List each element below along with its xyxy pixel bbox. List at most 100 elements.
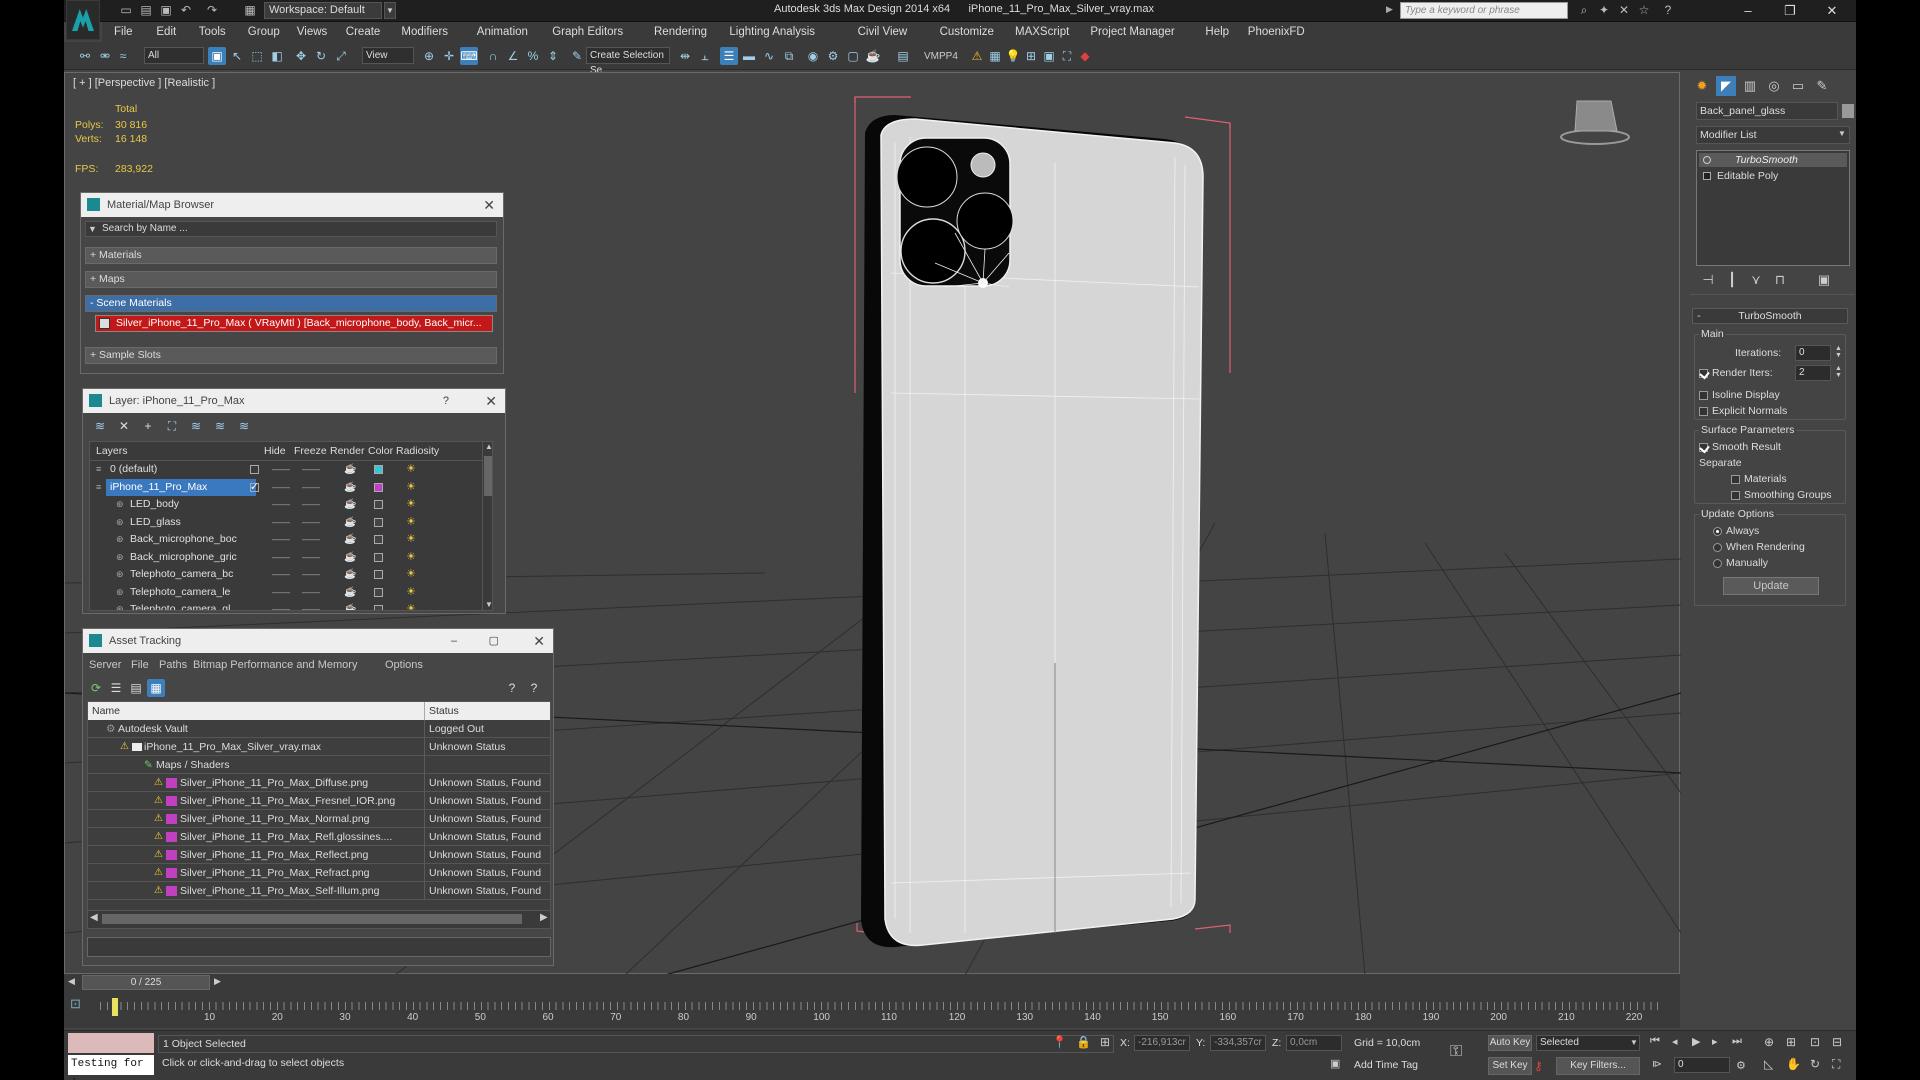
project-folder-icon[interactable]: ▦	[242, 2, 258, 18]
pivot-center-icon[interactable]: ⊕	[420, 47, 438, 65]
layer-explorer-icon[interactable]: ☰	[720, 47, 738, 65]
crop-icon[interactable]: ⊞	[1022, 47, 1040, 65]
freeze-toggle[interactable]: ——	[302, 584, 320, 601]
select-object-icon[interactable]: ▣	[208, 47, 226, 65]
asset-tracking-titlebar[interactable]: Asset Tracking – ▢ ✕	[83, 629, 553, 653]
rectangular-region-icon[interactable]: ⬚	[248, 47, 266, 65]
asset-menu-paths[interactable]: Paths	[159, 659, 187, 671]
layer-name[interactable]: Telephoto_camera_gl	[126, 601, 256, 610]
link-icon[interactable]: ⚯	[76, 47, 94, 65]
zoom-extents-icon[interactable]: ⊡	[1810, 1035, 1820, 1049]
freeze-all-layers-icon[interactable]: ≋	[235, 417, 253, 435]
layer-row[interactable]: ⊛ LED_body —— —— ☕ ☀	[92, 496, 484, 513]
close-icon[interactable]: ✕	[485, 389, 497, 413]
highlight-layer-icon[interactable]: ≋	[187, 417, 205, 435]
col-radiosity[interactable]: Radiosity	[396, 445, 439, 457]
stack-item-editable-poly[interactable]: Editable Poly	[1699, 169, 1847, 183]
select-in-layer-icon[interactable]: ⛶	[163, 417, 181, 435]
selection-filter-dropdown[interactable]: All	[144, 47, 204, 64]
create-tab-icon[interactable]: ✹	[1692, 76, 1712, 96]
modifier-list-dropdown[interactable]: Modifier List	[1696, 126, 1850, 144]
pan-view-icon[interactable]: ✋	[1786, 1057, 1801, 1071]
render-region-icon[interactable]: ⛶	[1058, 47, 1076, 65]
open-file-icon[interactable]: ▤	[138, 2, 154, 18]
render-iters-spinner-arrows-icon[interactable]: ▲ ▼	[1835, 365, 1842, 379]
radiosity-sun-icon[interactable]: ☀	[406, 514, 416, 531]
iterations-spinner-arrows-icon[interactable]: ▲ ▼	[1835, 345, 1842, 359]
select-manipulate-icon[interactable]: ✛	[440, 47, 458, 65]
table-view-icon[interactable]: ▦	[147, 679, 165, 697]
hide-toggle[interactable]: ——	[272, 601, 290, 610]
select-rotate-icon[interactable]: ↻	[312, 47, 330, 65]
radiosity-sun-icon[interactable]: ☀	[406, 601, 416, 610]
track-bar[interactable]: ⊡ 10 20 30 40 50 60 70 80 90 100 110 120 130 140 150 16…	[64, 992, 1680, 1028]
menu-rendering[interactable]: Rendering	[654, 22, 707, 42]
previous-key-icon[interactable]: ◂	[1672, 1035, 1678, 1048]
maxscript-mini-listener[interactable]: Testing for :	[68, 1055, 154, 1080]
maxscript-listener-pink[interactable]	[68, 1033, 154, 1053]
absolute-mode-icon[interactable]: ⊞	[1100, 1035, 1110, 1049]
scroll-left-icon[interactable]: ◀	[90, 912, 98, 923]
motion-tab-icon[interactable]: ◎	[1764, 76, 1784, 96]
auto-key-button[interactable]: Auto Key	[1488, 1035, 1532, 1051]
radiosity-sun-icon[interactable]: ☀	[406, 584, 416, 601]
tree-view-icon[interactable]: ▤	[127, 679, 145, 697]
time-slider[interactable]: ◀ 0 / 225 ▶	[64, 974, 1680, 992]
update-button[interactable]: Update	[1723, 577, 1819, 595]
stack-item-turbosmooth[interactable]: TurboSmooth	[1699, 153, 1847, 167]
materials-checkbox[interactable]	[1731, 474, 1740, 484]
time-slider-thumb[interactable]: 0 / 225	[82, 975, 210, 990]
prev-frame-icon[interactable]: ◀	[68, 976, 75, 987]
render-teapot-icon[interactable]: ☕	[344, 566, 356, 583]
key-icon[interactable]: ⚿	[1450, 1043, 1462, 1061]
menu-modifiers[interactable]: Modifiers	[401, 22, 448, 42]
curve-editor-icon[interactable]: ∿	[760, 47, 778, 65]
menu-project-manager[interactable]: Project Manager	[1090, 22, 1174, 42]
keyboard-shortcut-override-icon[interactable]: ⌨	[460, 47, 478, 65]
help-icon[interactable]: ?	[503, 679, 521, 697]
layer-name[interactable]: Telephoto_camera_bc	[126, 566, 256, 583]
layer-name[interactable]: Back_microphone_boc	[126, 531, 256, 548]
zoom-all-icon[interactable]: ⊞	[1786, 1035, 1796, 1049]
hide-toggle[interactable]: ——	[272, 496, 290, 513]
context-help-icon[interactable]: ?	[525, 679, 543, 697]
edit-named-selection-icon[interactable]: ✎	[568, 47, 586, 65]
menu-views[interactable]: Views	[297, 22, 327, 42]
restore-icon[interactable]: ❐	[1768, 0, 1812, 22]
bind-spacewarp-icon[interactable]: ≈	[114, 47, 132, 65]
hide-toggle[interactable]: ——	[272, 549, 290, 566]
freeze-toggle[interactable]: ——	[302, 479, 320, 496]
material-editor-icon[interactable]: ◉	[804, 47, 822, 65]
iterations-spinner[interactable]: 0	[1795, 345, 1831, 361]
frame-buffer-icon[interactable]: ▣	[1040, 47, 1058, 65]
zoom-icon[interactable]: ⊕	[1764, 1035, 1774, 1049]
layer-row[interactable]: ≡ iPhone_11_Pro_Max ✓ —— —— ☕ ☀	[92, 478, 484, 496]
turbosmooth-rollout-header[interactable]: - TurboSmooth	[1692, 308, 1848, 324]
layer-name[interactable]: Telephoto_camera_le	[126, 584, 256, 601]
asset-menu-bitmap-performance[interactable]: Bitmap Performance and Memory	[193, 659, 357, 671]
help-icon[interactable]: ?	[1660, 2, 1676, 18]
render-teapot-icon[interactable]: ☕	[344, 531, 356, 548]
freeze-toggle[interactable]: ——	[302, 514, 320, 531]
menu-maxscript[interactable]: MAXScript	[1015, 22, 1069, 42]
asset-path-field[interactable]	[87, 937, 551, 957]
save-icon[interactable]: ▣	[158, 2, 174, 18]
asset-row[interactable]: ⚠ Silver_iPhone_11_Pro_Max_Self-Illum.png…	[88, 882, 550, 900]
zoom-extents-all-icon[interactable]: ⊟	[1832, 1035, 1842, 1049]
render-iters-row[interactable]: Render Iters:	[1699, 367, 1773, 379]
refresh-icon[interactable]: ⟳	[87, 679, 105, 697]
hide-all-layers-icon[interactable]: ≋	[211, 417, 229, 435]
scroll-up-icon[interactable]: ▲	[485, 442, 492, 451]
asset-h-scroll-thumb[interactable]	[102, 914, 522, 924]
menu-graph-editors[interactable]: Graph Editors	[552, 22, 623, 42]
chevron-down-icon[interactable]: ▼	[1838, 129, 1846, 138]
layer-color-swatch[interactable]	[374, 587, 383, 597]
layer-color-swatch[interactable]	[374, 535, 383, 544]
layer-row[interactable]: ⊛ Back_microphone_gric —— —— ☕ ☀	[92, 549, 484, 566]
layer-row[interactable]: ≡ 0 (default) —— —— ☕ ☀	[92, 461, 484, 478]
always-radio[interactable]	[1713, 526, 1722, 536]
layer-color-swatch[interactable]	[374, 465, 383, 474]
modify-tab-icon[interactable]: ◤	[1716, 76, 1736, 96]
combo-chevron-down-icon[interactable]: ▼	[1630, 1038, 1638, 1047]
x-coordinate-field[interactable]: -216,913cr	[1134, 1035, 1190, 1051]
